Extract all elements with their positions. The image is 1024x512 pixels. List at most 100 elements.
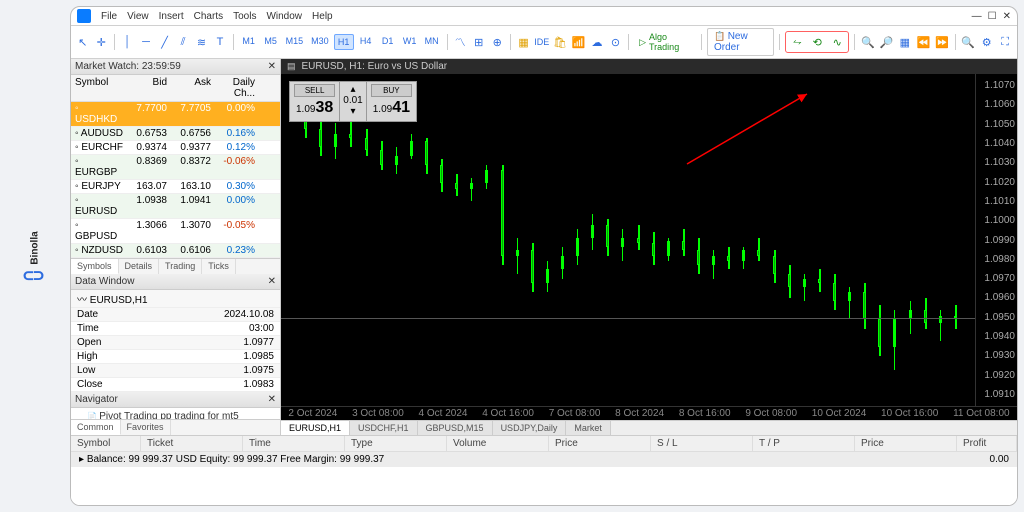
minimize-icon[interactable]: — <box>972 11 982 22</box>
tf-D1[interactable]: D1 <box>378 34 398 50</box>
search-icon[interactable]: 🔍 <box>960 33 975 51</box>
term-col[interactable]: Symbol <box>71 436 141 451</box>
term-col[interactable]: S / L <box>651 436 753 451</box>
tab-trading[interactable]: Trading <box>159 259 202 274</box>
fibo-icon[interactable]: ≋ <box>194 33 209 51</box>
step-back-icon[interactable]: ⏪ <box>916 33 931 51</box>
tf-M5[interactable]: M5 <box>261 34 281 50</box>
market-icon[interactable]: 🛍 <box>552 33 567 51</box>
lot-input[interactable]: 0.01 <box>343 95 362 106</box>
navigator-tree[interactable]: Pivot Trading pp trading for mt5Supply a… <box>71 408 280 419</box>
term-col[interactable]: T / P <box>753 436 855 451</box>
menu-insert[interactable]: Insert <box>159 11 184 22</box>
text-icon[interactable]: T <box>212 33 227 51</box>
cursor-icon[interactable]: ↖ <box>75 33 90 51</box>
fullscreen-icon[interactable]: ⛶ <box>997 33 1012 51</box>
tf-M1[interactable]: M1 <box>239 34 259 50</box>
terminal-balance-row: ▸ Balance: 99 999.37 USD Equity: 99 999.… <box>71 452 1017 467</box>
tab-details[interactable]: Details <box>119 259 160 274</box>
vps-icon[interactable]: ☁ <box>589 33 604 51</box>
chart-panel[interactable]: ▤ EURUSD, H1: Euro vs US Dollar SELL 1.0… <box>281 59 1017 435</box>
tf-W1[interactable]: W1 <box>400 34 420 50</box>
panel-close-icon[interactable]: ✕ <box>268 276 276 287</box>
crosshair-icon[interactable]: ✛ <box>93 33 108 51</box>
bar-chart-icon[interactable]: ⊞ <box>471 33 486 51</box>
terminal-body[interactable] <box>71 467 1017 505</box>
zoom-out-icon[interactable]: 🔎 <box>879 33 894 51</box>
market-watch-row[interactable]: ◦ NZDUSD0.61030.61060.23% <box>71 244 280 258</box>
tab-ticks[interactable]: Ticks <box>202 259 236 274</box>
signals-icon[interactable]: 📶 <box>571 33 586 51</box>
sell-button[interactable]: SELL <box>294 84 335 97</box>
tab-common[interactable]: Common <box>71 420 121 435</box>
chart-area[interactable]: 1.10701.10601.10501.10401.10301.10201.10… <box>281 74 1017 406</box>
tab-market[interactable]: Market <box>566 421 611 435</box>
tf-H1[interactable]: H1 <box>334 34 354 50</box>
menu-window[interactable]: Window <box>266 11 302 22</box>
tf-M30[interactable]: M30 <box>308 34 332 50</box>
chart-shift-buttons-highlighted: ⥊ ⟲ ∿ <box>785 31 849 53</box>
grid-icon[interactable]: ▦ <box>897 33 912 51</box>
ide-label[interactable]: IDE <box>534 37 549 47</box>
trendline-icon[interactable]: ╱ <box>157 33 172 51</box>
chart-line-icon[interactable]: ∿ <box>828 33 846 51</box>
zoom-in-icon[interactable]: 🔍 <box>860 33 875 51</box>
term-col[interactable]: Ticket <box>141 436 243 451</box>
market-watch-row[interactable]: ◦ EURJPY163.07163.100.30% <box>71 180 280 194</box>
panel-close-icon[interactable]: ✕ <box>268 394 276 405</box>
tab-favorites[interactable]: Favorites <box>121 420 171 435</box>
shift-end-icon[interactable]: ⥊ <box>788 33 806 51</box>
menu-charts[interactable]: Charts <box>194 11 223 22</box>
tab-symbols[interactable]: Symbols <box>71 259 119 274</box>
tab-usdchf-h1[interactable]: USDCHF,H1 <box>350 421 418 435</box>
col-symbol[interactable]: Symbol <box>71 76 127 100</box>
auto-scroll-icon[interactable]: ⟲ <box>808 33 826 51</box>
market-watch-row[interactable]: ◦ EURUSD1.09381.09410.00% <box>71 194 280 219</box>
col-change[interactable]: Daily Ch... <box>215 76 259 100</box>
buy-button[interactable]: BUY <box>371 84 412 97</box>
term-col[interactable]: Price <box>549 436 651 451</box>
channel-icon[interactable]: ⫽ <box>175 33 190 51</box>
vline-icon[interactable]: │ <box>120 33 135 51</box>
lot-down-icon[interactable]: ▾ <box>350 106 355 117</box>
data-window-header: Data Window✕ <box>71 274 280 290</box>
mql5-icon[interactable]: ⊙ <box>608 33 623 51</box>
tab-gbpusd-m15[interactable]: GBPUSD,M15 <box>418 421 493 435</box>
menu-tools[interactable]: Tools <box>233 11 256 22</box>
term-col[interactable]: Profit <box>957 436 1017 451</box>
data-window-row: Close1.0983 <box>71 378 280 392</box>
market-watch-row[interactable]: ◦ AUDUSD0.67530.67560.16% <box>71 127 280 141</box>
term-col[interactable]: Time <box>243 436 345 451</box>
col-bid[interactable]: Bid <box>127 76 171 100</box>
tf-M15[interactable]: M15 <box>283 34 307 50</box>
data-window-row: Time03:00 <box>71 322 280 336</box>
nav-item[interactable]: Pivot Trading pp trading for mt5 <box>73 410 278 419</box>
panel-close-icon[interactable]: ✕ <box>268 61 276 72</box>
market-watch-row[interactable]: ◦ GBPUSD1.30661.3070-0.05% <box>71 219 280 244</box>
indicator-icon[interactable]: ⊕ <box>489 33 504 51</box>
tf-H4[interactable]: H4 <box>356 34 376 50</box>
term-col[interactable]: Volume <box>447 436 549 451</box>
menu-view[interactable]: View <box>127 11 149 22</box>
col-ask[interactable]: Ask <box>171 76 215 100</box>
market-watch-row[interactable]: ◦ EURCHF0.93740.93770.12% <box>71 141 280 155</box>
menu-help[interactable]: Help <box>312 11 333 22</box>
line-chart-icon[interactable]: 〽 <box>452 33 467 51</box>
lot-up-icon[interactable]: ▴ <box>350 84 355 95</box>
menu-file[interactable]: File <box>101 11 117 22</box>
maximize-icon[interactable]: ☐ <box>988 11 997 22</box>
tab-eurusd-h1[interactable]: EURUSD,H1 <box>281 421 350 435</box>
step-fwd-icon[interactable]: ⏩ <box>934 33 949 51</box>
market-watch-row[interactable]: ◦ EURGBP0.83690.8372-0.06% <box>71 155 280 180</box>
close-icon[interactable]: ✕ <box>1003 11 1011 22</box>
ide-icon[interactable]: ▦ <box>516 33 531 51</box>
term-col[interactable]: Type <box>345 436 447 451</box>
new-order-button[interactable]: 📋 New Order <box>707 28 774 56</box>
algo-trading-button[interactable]: Algo Trading <box>634 30 696 54</box>
tab-usdjpy-daily[interactable]: USDJPY,Daily <box>493 421 567 435</box>
market-watch-row[interactable]: ◦ USDHKD7.77007.77050.00% <box>71 102 280 127</box>
term-col[interactable]: Price <box>855 436 957 451</box>
hline-icon[interactable]: ─ <box>138 33 153 51</box>
settings-icon[interactable]: ⚙ <box>979 33 994 51</box>
tf-MN[interactable]: MN <box>422 34 442 50</box>
